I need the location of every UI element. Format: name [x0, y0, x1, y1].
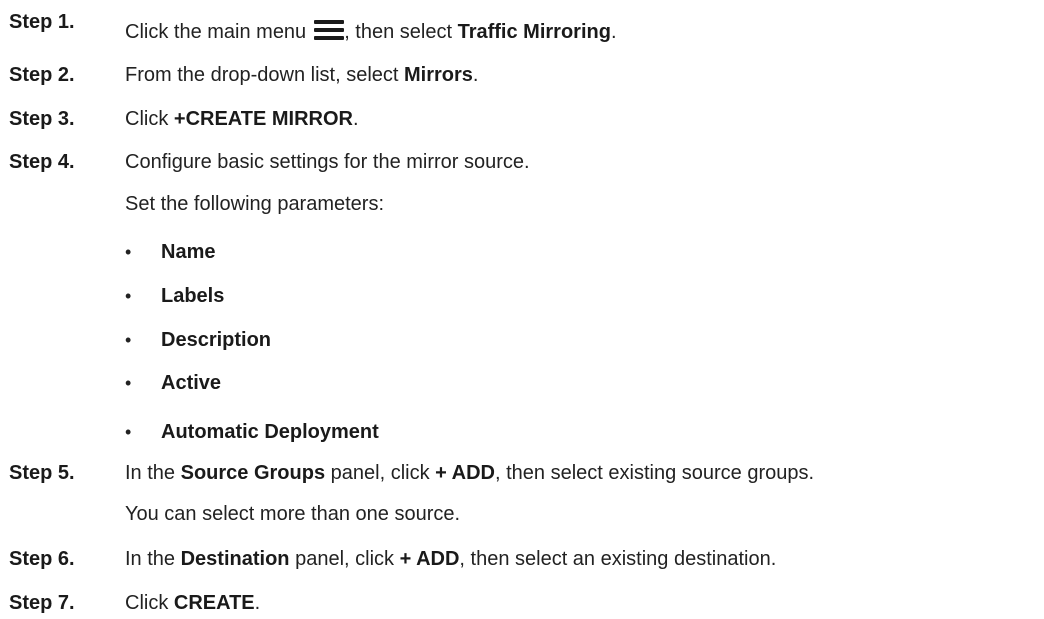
list-item: • Name: [125, 241, 216, 263]
list-item: • Automatic Deployment: [125, 421, 379, 443]
step-label: Step 2.: [9, 64, 75, 86]
hamburger-menu-icon: [314, 20, 345, 40]
step-label: Step 1.: [9, 11, 75, 33]
step-label: Step 7.: [9, 592, 75, 614]
step-text: From the drop-down list, select Mirrors.: [125, 64, 479, 86]
step-label: Step 5.: [9, 462, 75, 484]
step-text: Configure basic settings for the mirror …: [125, 151, 530, 173]
step-text: Click CREATE.: [125, 592, 261, 614]
step-label: Step 3.: [9, 108, 75, 130]
list-item: • Description: [125, 329, 272, 351]
list-item: • Labels: [125, 285, 225, 307]
step-text: Click +CREATE MIRROR.: [125, 108, 359, 130]
step-text: Click the main menu, then select Traffic…: [125, 20, 617, 43]
step-text: You can select more than one source.: [125, 503, 461, 525]
step-text: Set the following parameters:: [125, 193, 385, 215]
step-text: In the Destination panel, click + ADD, t…: [125, 548, 777, 570]
list-item: • Active: [125, 372, 222, 394]
step-label: Step 4.: [9, 151, 75, 173]
step-label: Step 6.: [9, 548, 75, 570]
step-text: In the Source Groups panel, click + ADD,…: [125, 462, 815, 484]
